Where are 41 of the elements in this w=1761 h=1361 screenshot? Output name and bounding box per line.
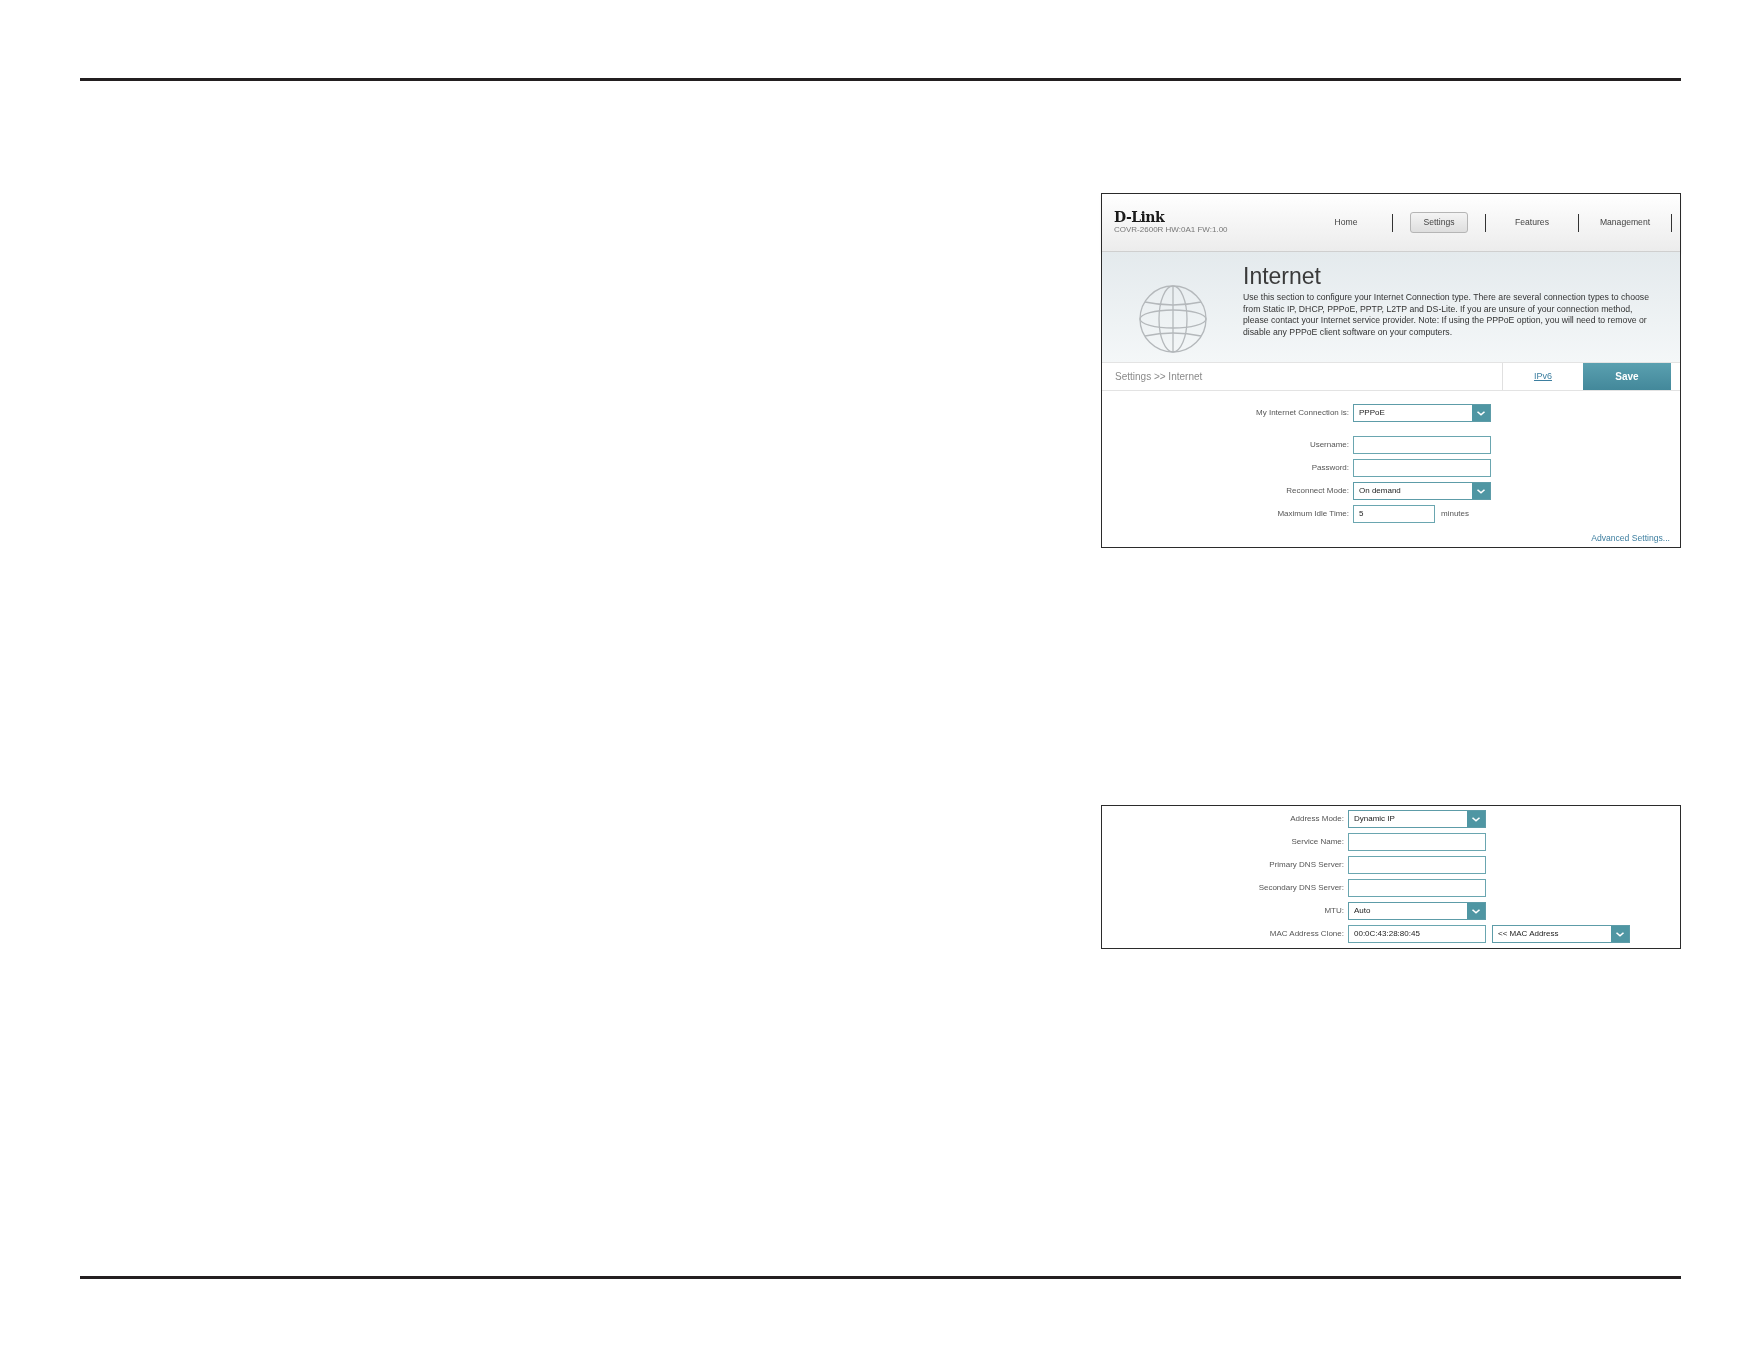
dropdown[interactable]: Dynamic IP bbox=[1348, 810, 1486, 828]
chevron-down-icon bbox=[1472, 483, 1490, 499]
nav-tab[interactable]: Features bbox=[1502, 212, 1562, 233]
field-label: MAC Address Clone: bbox=[1269, 928, 1344, 940]
text-field[interactable] bbox=[1353, 436, 1491, 454]
chevron-down-icon bbox=[1467, 811, 1485, 827]
chevron-down-icon bbox=[1611, 926, 1629, 942]
logo: D-Link bbox=[1114, 210, 1166, 225]
nav-tab[interactable]: Management bbox=[1586, 212, 1664, 233]
text-field[interactable] bbox=[1348, 879, 1486, 897]
field-label: Address Mode: bbox=[1290, 813, 1344, 825]
page-title: Internet bbox=[1243, 262, 1322, 290]
field-label: Maximum Idle Time: bbox=[1277, 508, 1349, 520]
field-label: Username: bbox=[1309, 439, 1349, 451]
nav-tab[interactable]: Settings bbox=[1410, 212, 1468, 233]
field-label: Primary DNS Server: bbox=[1269, 859, 1344, 871]
field-label: Password: bbox=[1311, 462, 1349, 474]
text-field[interactable] bbox=[1348, 856, 1486, 874]
dropdown[interactable]: On demand bbox=[1353, 482, 1491, 500]
nav-tab[interactable]: Home bbox=[1321, 212, 1371, 233]
description-text: Use this section to configure your Internet Connection type. There are several connection types to choose from Static IP, DHCP, PPPoE, PPTP, L2TP and DS-Lite. If you are unsure of your connection method, please contact your Internet service provider. Note: If using the PPPoE option, you will need to remove or disable any PPPoE client software on your computers. bbox=[1243, 292, 1649, 338]
text-field[interactable] bbox=[1348, 833, 1486, 851]
advanced-settings-link[interactable]: Advanced Settings... bbox=[1591, 532, 1670, 545]
text-field[interactable]: 5 bbox=[1353, 505, 1435, 523]
field-label: My Internet Connection is: bbox=[1256, 407, 1349, 419]
text-field[interactable] bbox=[1353, 459, 1491, 477]
field-label: Reconnect Mode: bbox=[1286, 485, 1349, 497]
dropdown[interactable]: PPPoE bbox=[1353, 404, 1491, 422]
field-label: Service Name: bbox=[1291, 836, 1344, 848]
ipv6-link[interactable]: IPv6 bbox=[1534, 369, 1552, 384]
chevron-down-icon bbox=[1467, 903, 1485, 919]
breadcrumb: Settings >> Internet bbox=[1115, 370, 1203, 384]
dropdown[interactable]: Auto bbox=[1348, 902, 1486, 920]
text-field[interactable]: 00:0C:43:28:80:45 bbox=[1348, 925, 1486, 943]
field-label: Secondary DNS Server: bbox=[1258, 882, 1344, 894]
globe-icon bbox=[1136, 284, 1209, 354]
unit-label: minutes bbox=[1441, 508, 1469, 520]
field-label: MTU: bbox=[1324, 905, 1344, 917]
dropdown[interactable]: << MAC Address bbox=[1492, 925, 1630, 943]
model-info: COVR-2600R HW:0A1 FW:1.00 bbox=[1114, 225, 1228, 235]
chevron-down-icon bbox=[1472, 405, 1490, 421]
